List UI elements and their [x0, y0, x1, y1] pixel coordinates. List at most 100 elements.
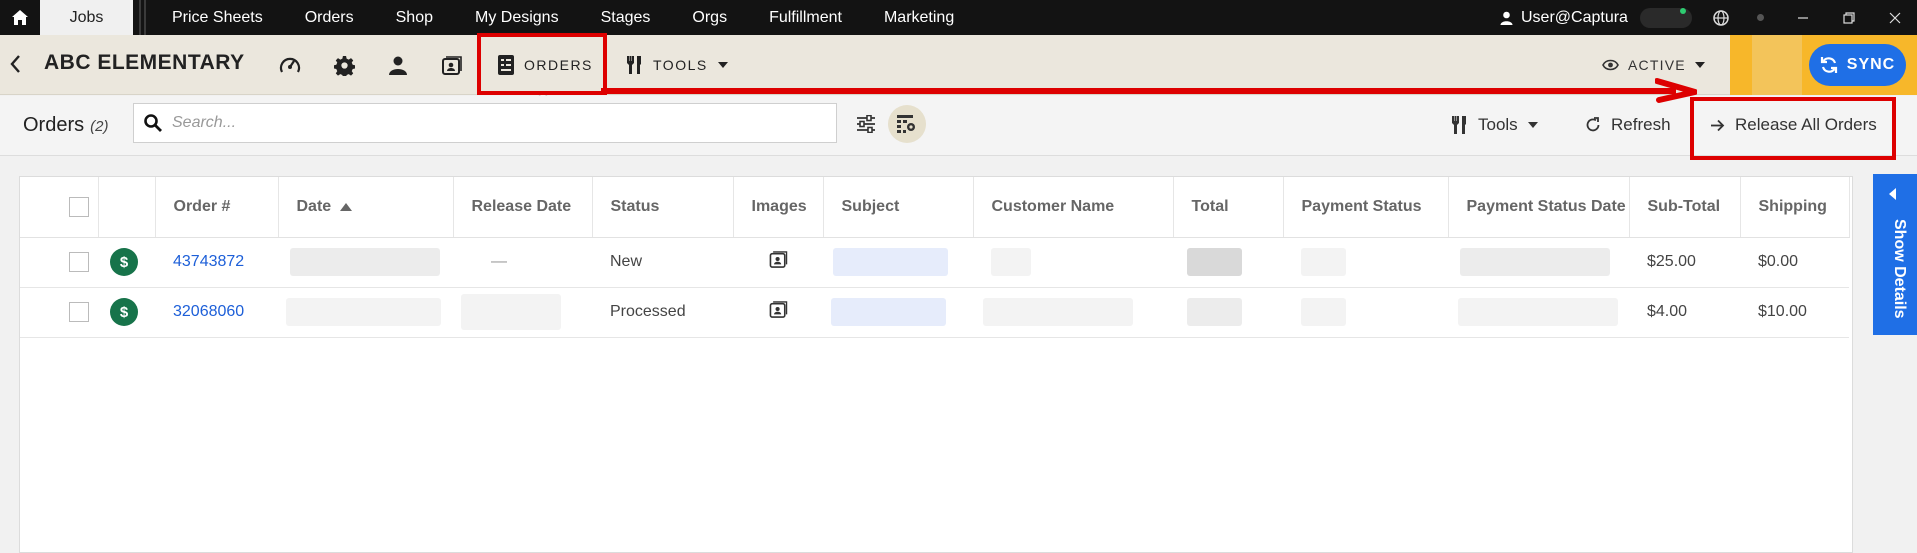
row-checkbox[interactable] [69, 302, 89, 322]
table-settings-icon [897, 115, 915, 133]
status-value: New [610, 253, 643, 270]
refresh-label: Refresh [1611, 115, 1671, 134]
top-nav: Jobs Price Sheets Orders Shop My Designs… [0, 0, 1917, 35]
column-header-images[interactable]: Images [733, 177, 824, 238]
orders-tools-label: Tools [1478, 115, 1518, 134]
column-header-customer-name-label: Customer Name [991, 197, 1115, 215]
date-cell [278, 237, 453, 288]
filter-button[interactable] [847, 105, 885, 143]
column-settings-button[interactable] [888, 105, 926, 143]
column-header-customer-name[interactable]: Customer Name [973, 177, 1174, 238]
sync-button[interactable]: SYNC [1809, 44, 1906, 86]
restore-button[interactable] [1843, 0, 1855, 35]
tools-icon [627, 56, 641, 74]
order-number-link[interactable]: 32068060 [173, 303, 244, 320]
home-button[interactable] [0, 0, 40, 35]
column-header-sub-total[interactable]: Sub-Total [1629, 177, 1741, 238]
user-name: User@Captura [1521, 8, 1628, 26]
close-button[interactable] [1889, 0, 1901, 35]
nav-tab-orders[interactable]: Orders [284, 0, 375, 35]
order-number-cell: 43743872 [155, 237, 278, 288]
minimize-icon [1798, 16, 1808, 19]
redacted-payment-status-date [1460, 248, 1610, 276]
sliders-icon [857, 115, 875, 133]
nav-tab-shop[interactable]: Shop [375, 0, 454, 35]
refresh-button[interactable]: Refresh [1585, 112, 1671, 138]
column-header-payment-status-date-label: Payment Status Date [1466, 197, 1626, 215]
column-header-payment-status[interactable]: Payment Status [1283, 177, 1449, 238]
column-header-status[interactable]: Status [592, 177, 734, 238]
column-header-total[interactable]: Total [1173, 177, 1284, 238]
user-menu[interactable]: User@Captura [1500, 0, 1692, 35]
image-gallery-icon[interactable] [769, 301, 788, 318]
column-header-images-label: Images [751, 197, 807, 215]
payment-status-cell [1283, 237, 1448, 288]
select-all-checkbox[interactable] [69, 196, 89, 217]
row-checkbox[interactable] [69, 252, 89, 272]
gear-icon [333, 55, 355, 76]
people-button[interactable] [386, 53, 410, 77]
tab-tools[interactable]: TOOLS [625, 49, 728, 81]
redacted-date [286, 298, 441, 326]
column-header-payment-status-date[interactable]: Payment Status Date [1448, 177, 1630, 238]
contacts-button[interactable] [440, 53, 464, 77]
search-box[interactable] [133, 103, 837, 143]
column-header-order[interactable]: Order # [155, 177, 279, 238]
chevron-left-icon [1889, 188, 1896, 200]
column-header-sub-total-label: Sub-Total [1647, 197, 1721, 215]
nav-tab-orgs[interactable]: Orgs [671, 0, 748, 35]
orders-tools-dropdown[interactable]: Tools [1450, 112, 1538, 138]
person-icon [389, 56, 407, 75]
user-icon [1500, 11, 1513, 25]
redacted-payment-status-date [1458, 298, 1618, 326]
sync-icon [1820, 57, 1837, 73]
redacted-subject[interactable] [833, 248, 948, 276]
back-button[interactable] [8, 53, 22, 80]
nav-tab-stages[interactable]: Stages [580, 0, 672, 35]
order-number-link[interactable]: 43743872 [173, 253, 244, 270]
redacted-total [1187, 298, 1242, 326]
nav-tab-jobs[interactable]: Jobs [40, 0, 133, 35]
table-row[interactable]: $ 43743872 — New $25.00 $0.00 [20, 237, 1849, 288]
status-value: Processed [610, 303, 686, 320]
redacted-payment-status [1301, 298, 1346, 326]
connection-dot [1757, 0, 1764, 35]
search-input[interactable] [172, 114, 812, 132]
nav-tab-my-designs[interactable]: My Designs [454, 0, 580, 35]
dashboard-button[interactable] [278, 53, 302, 77]
table-row[interactable]: $ 32068060 Processed $4.00 $10.00 [20, 287, 1849, 338]
sub-total-value: $4.00 [1647, 303, 1688, 320]
tools-icon [1452, 116, 1466, 134]
redacted-customer-name [983, 298, 1133, 326]
settings-button[interactable] [332, 53, 356, 77]
order-number-cell: 32068060 [155, 287, 278, 338]
orders-title: Orders [23, 114, 85, 136]
minimize-button[interactable] [1797, 0, 1809, 35]
row-select-cell [20, 237, 98, 288]
column-header-shipping[interactable]: Shipping [1740, 177, 1850, 238]
redacted-date [290, 248, 440, 276]
language-button[interactable] [1713, 0, 1729, 35]
online-status-dot [1680, 8, 1686, 14]
show-details-panel-toggle[interactable]: Show Details [1873, 174, 1917, 335]
nav-tab-fulfillment[interactable]: Fulfillment [748, 0, 863, 35]
contact-card-icon [442, 55, 462, 75]
nav-tab-marketing[interactable]: Marketing [863, 0, 975, 35]
images-cell [733, 237, 823, 288]
sub-total-cell: $25.00 [1629, 237, 1740, 288]
refresh-icon [1586, 117, 1600, 132]
globe-icon [1713, 9, 1729, 26]
column-header-date[interactable]: Date [278, 177, 454, 238]
total-cell [1173, 287, 1283, 338]
shipping-cell: $0.00 [1740, 237, 1849, 288]
image-gallery-icon[interactable] [769, 251, 788, 268]
payment-status-date-cell [1448, 237, 1629, 288]
nav-tab-price-sheets[interactable]: Price Sheets [151, 0, 284, 35]
job-toolbar: ABC ELEMENTARY ORDERS TOOLS ACTIVE [0, 35, 1917, 109]
sub-total-cell: $4.00 [1629, 287, 1740, 338]
redacted-subject[interactable] [831, 298, 946, 326]
annotation-arrow-line [601, 88, 1676, 94]
column-header-subject[interactable]: Subject [823, 177, 974, 238]
column-header-release-date[interactable]: Release Date [453, 177, 593, 238]
job-title: ABC ELEMENTARY [44, 51, 245, 74]
